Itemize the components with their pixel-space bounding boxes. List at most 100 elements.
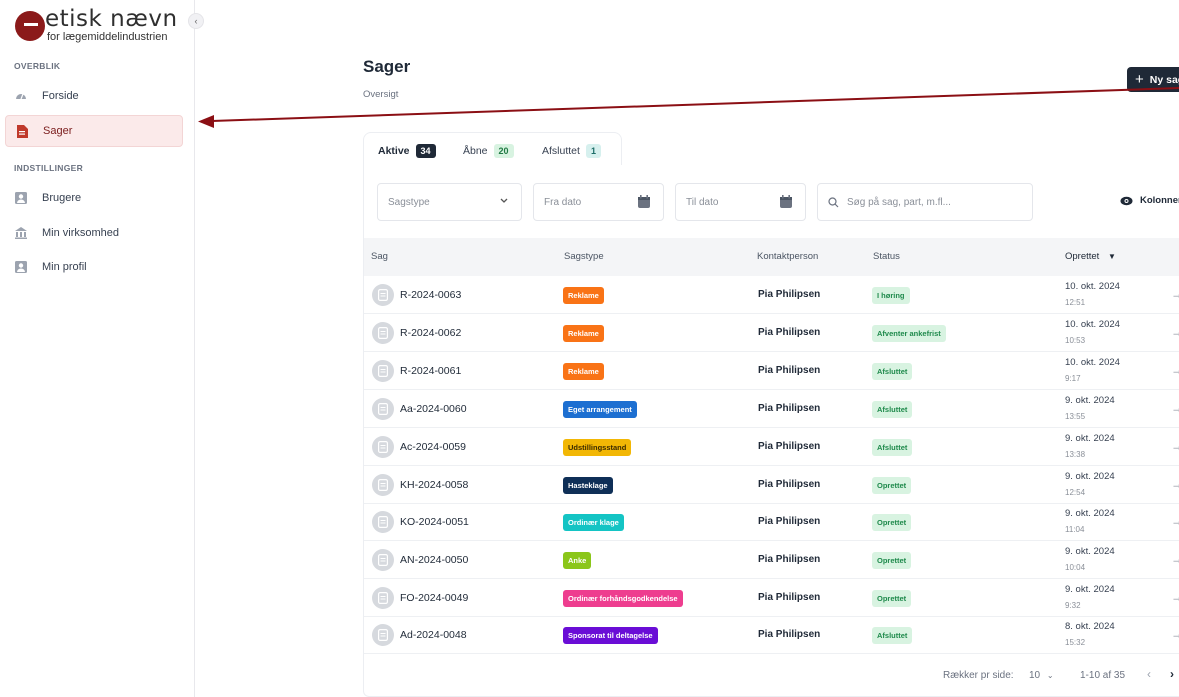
case-id: KO-2024-0051 (400, 516, 469, 528)
til-dato-placeholder: Til dato (686, 196, 719, 208)
arrow-right-icon[interactable]: → (1171, 552, 1179, 566)
eye-icon (1120, 196, 1133, 206)
tab-label: Afsluttet (542, 145, 580, 157)
created-date: 10. okt. 2024 (1065, 357, 1120, 368)
arrow-right-icon[interactable]: → (1171, 401, 1179, 415)
column-header-sagstype[interactable]: Sagstype (564, 251, 604, 262)
column-header-status[interactable]: Status (873, 251, 900, 262)
column-header-kontaktperson[interactable]: Kontaktperson (757, 251, 818, 262)
new-case-label: Ny sag (1149, 73, 1179, 86)
calendar-icon (779, 195, 793, 212)
collapse-sidebar-button[interactable]: ‹ (188, 13, 204, 29)
arrow-right-icon[interactable]: → (1171, 477, 1179, 491)
next-page-button[interactable]: › (1170, 667, 1174, 681)
fra-dato-field[interactable]: Fra dato (533, 183, 664, 221)
contact-person: Pia Philipsen (758, 365, 821, 376)
table-row[interactable]: Ad-2024-0048 Sponsorat til deltagelse Pi… (364, 616, 1179, 654)
created-time: 10:53 (1065, 336, 1086, 345)
sidebar-item-min-profil[interactable]: Min profil (5, 251, 183, 283)
search-input[interactable]: Søg på sag, part, m.fl... (817, 183, 1033, 221)
case-id: R-2024-0062 (400, 327, 462, 339)
til-dato-field[interactable]: Til dato (675, 183, 806, 221)
section-label-overblik: OVERBLIK (14, 61, 61, 71)
case-file-icon (372, 322, 394, 344)
created-time: 11:04 (1065, 525, 1085, 534)
search-placeholder: Søg på sag, part, m.fl... (847, 196, 951, 208)
status-badge: Oprettet (872, 514, 912, 531)
arrow-right-icon[interactable]: → (1171, 590, 1179, 604)
page-title: Sager (363, 57, 411, 76)
pagination-range: 1-10 af 35 (1080, 670, 1126, 681)
table-row[interactable]: R-2024-0061 Reklame Pia Philipsen Afslut… (364, 352, 1179, 390)
table-row[interactable]: KO-2024-0051 Ordinær klage Pia Philipsen… (364, 503, 1179, 541)
contact-person: Pia Philipsen (758, 289, 821, 300)
case-type-badge: Ordinær klage (563, 514, 624, 531)
table-row[interactable]: KH-2024-0058 Hasteklage Pia Philipsen Op… (364, 466, 1179, 504)
brand-logo[interactable]: etisk nævn for lægemiddelindustrien (14, 6, 184, 46)
rows-per-page-select[interactable]: 10 ⌄ (1029, 670, 1054, 681)
case-file-icon (372, 474, 394, 496)
new-case-button[interactable]: + Ny sag (1127, 67, 1179, 92)
sidebar-item-forside[interactable]: Forside (5, 80, 183, 112)
user-icon (15, 261, 27, 273)
case-id: R-2024-0061 (400, 365, 462, 377)
arrow-right-icon[interactable]: → (1171, 439, 1179, 453)
case-file-icon (372, 284, 394, 306)
case-type-badge: Reklame (563, 325, 604, 342)
case-id: FO-2024-0049 (400, 592, 469, 604)
columns-button[interactable]: Kolonner (1120, 195, 1179, 206)
case-file-icon (372, 624, 394, 646)
column-header-sag[interactable]: Sag (371, 251, 388, 262)
case-file-icon (372, 587, 394, 609)
tab-afsluttet[interactable]: Afsluttet 1 (542, 144, 601, 158)
table-row[interactable]: R-2024-0062 Reklame Pia Philipsen Afvent… (364, 314, 1179, 352)
prev-page-button[interactable]: ‹ (1147, 667, 1151, 681)
table-row[interactable]: Ac-2024-0059 Udstillingsstand Pia Philip… (364, 428, 1179, 466)
sidebar-item-sager[interactable]: Sager (5, 115, 183, 147)
tab-count-badge: 20 (493, 144, 514, 158)
plus-icon: + (1135, 71, 1144, 88)
sidebar-item-min-virksomhed[interactable]: Min virksomhed (5, 217, 183, 249)
column-header-oprettet[interactable]: Oprettet ▼ (1065, 251, 1116, 262)
tab-abne[interactable]: Åbne 20 (463, 144, 514, 158)
case-file-icon (372, 398, 394, 420)
page-subtitle: Oversigt (363, 89, 399, 100)
status-badge: I høring (872, 287, 910, 304)
arrow-right-icon[interactable]: → (1171, 325, 1179, 339)
rows-per-page-label: Rækker pr side: (943, 670, 1014, 681)
contact-person: Pia Philipsen (758, 479, 821, 490)
status-badge: Oprettet (872, 477, 912, 494)
chevron-down-icon: ⌄ (1046, 671, 1054, 680)
table-row[interactable]: Aa-2024-0060 Eget arrangement Pia Philip… (364, 390, 1179, 428)
document-icon (16, 124, 28, 138)
status-badge: Afsluttet (872, 627, 913, 644)
created-date: 10. okt. 2024 (1065, 319, 1120, 330)
rows-per-page-value: 10 (1029, 670, 1041, 681)
tab-aktive[interactable]: Aktive 34 (378, 144, 436, 158)
table-row[interactable]: FO-2024-0049 Ordinær forhåndsgodkendelse… (364, 579, 1179, 617)
created-date: 9. okt. 2024 (1065, 433, 1115, 444)
arrow-right-icon[interactable]: → (1171, 363, 1179, 377)
table-row[interactable]: AN-2024-0050 Anke Pia Philipsen Oprettet… (364, 541, 1179, 579)
created-time: 9:32 (1065, 601, 1081, 610)
sort-desc-icon: ▼ (1107, 252, 1116, 261)
case-type-badge: Eget arrangement (563, 401, 637, 418)
created-date: 9. okt. 2024 (1065, 508, 1115, 519)
case-type-badge: Udstillingsstand (563, 439, 632, 456)
arrow-right-icon[interactable]: → (1171, 627, 1179, 641)
contact-person: Pia Philipsen (758, 592, 821, 603)
brand-subtitle: for lægemiddelindustrien (47, 31, 168, 43)
status-badge: Afsluttet (872, 401, 913, 418)
sidebar: etisk nævn for lægemiddelindustrien OVER… (0, 0, 195, 697)
status-badge: Oprettet (872, 552, 912, 569)
table-row[interactable]: R-2024-0063 Reklame Pia Philipsen I høri… (364, 276, 1179, 314)
arrow-right-icon[interactable]: → (1171, 514, 1179, 528)
user-icon (15, 192, 27, 204)
sidebar-item-label: Min profil (42, 261, 87, 273)
table-header: Sag Sagstype Kontaktperson Status Oprett… (364, 238, 1179, 276)
arrow-right-icon[interactable]: → (1171, 287, 1179, 301)
logo-mark-icon (15, 11, 45, 41)
case-type-badge: Hasteklage (563, 477, 613, 494)
sidebar-item-brugere[interactable]: Brugere (5, 182, 183, 214)
sagstype-select[interactable]: Sagstype (377, 183, 522, 221)
